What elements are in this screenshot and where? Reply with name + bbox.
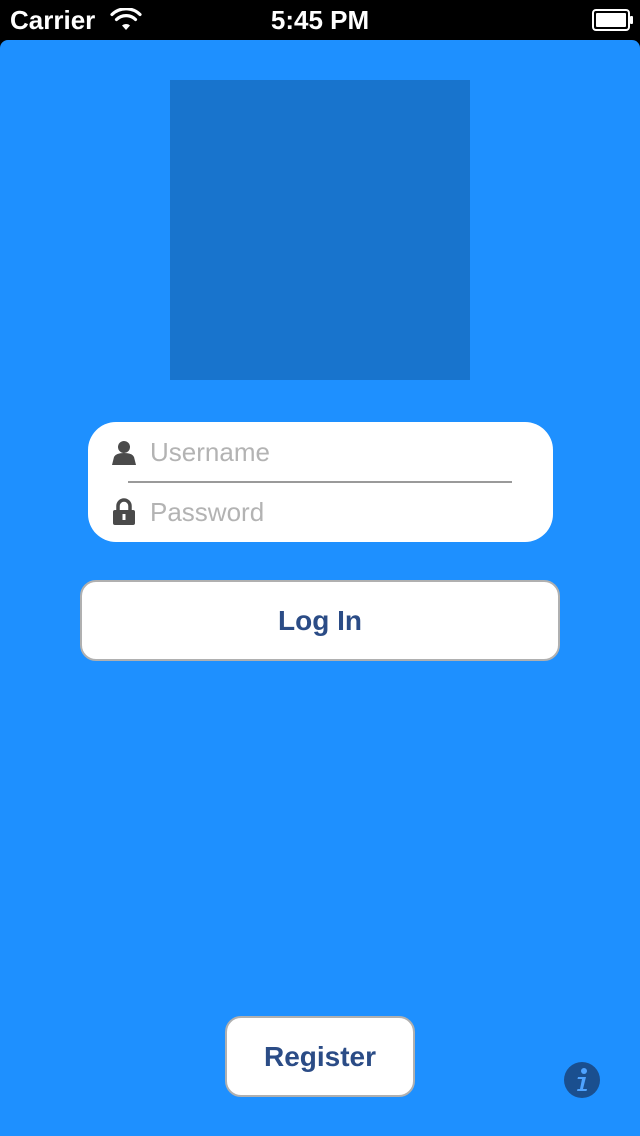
login-screen: Log In Register xyxy=(0,40,640,1136)
info-icon[interactable] xyxy=(563,1061,601,1099)
login-card xyxy=(88,422,553,542)
battery-icon xyxy=(592,9,633,31)
lock-icon xyxy=(113,498,135,525)
screen: Carrier 5:45 PM Username Log In Register xyxy=(0,0,640,1136)
username-row[interactable] xyxy=(88,422,553,482)
password-field[interactable] xyxy=(150,492,530,532)
login-button[interactable]: Log In xyxy=(80,580,560,661)
logo-placeholder xyxy=(170,80,470,380)
user-icon xyxy=(112,441,136,465)
username-field[interactable] xyxy=(150,432,530,472)
clock: 5:45 PM xyxy=(270,5,370,35)
status-bar: Carrier 5:45 PM xyxy=(0,0,640,40)
password-row[interactable] xyxy=(88,482,553,542)
register-button[interactable]: Register xyxy=(225,1016,415,1097)
